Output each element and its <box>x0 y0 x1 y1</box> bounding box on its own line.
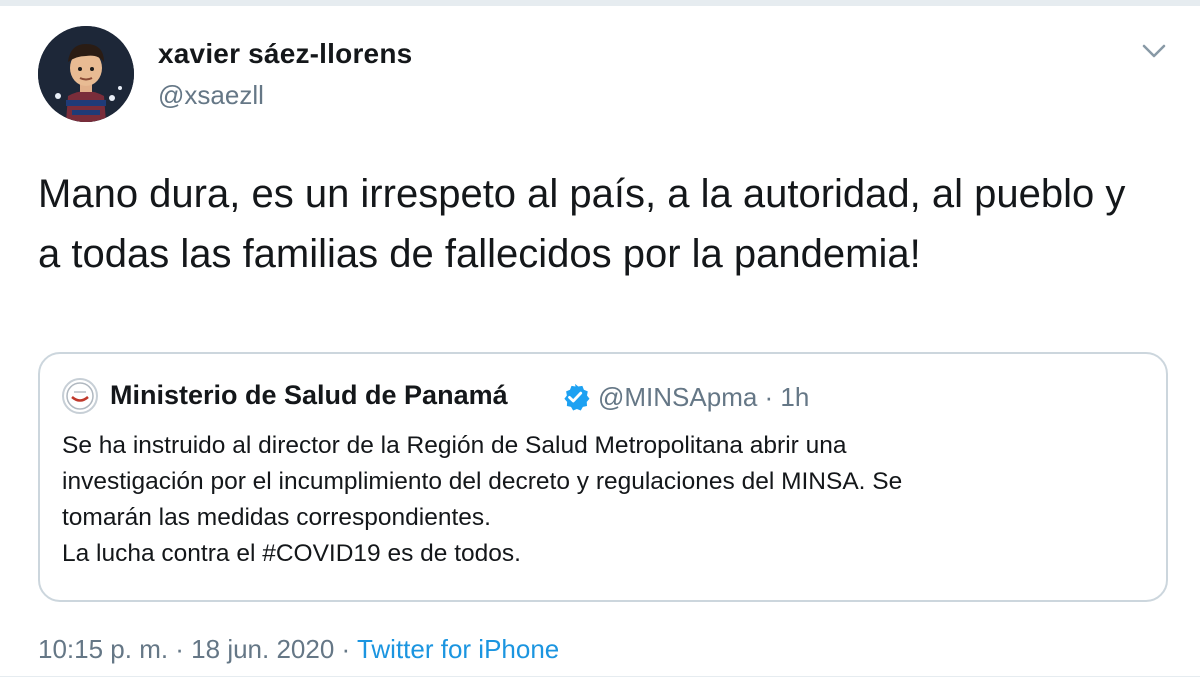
quoted-text-line: tomarán las medidas correspondientes. <box>62 504 491 531</box>
bottom-divider <box>0 676 1200 677</box>
tweet-card: xavier sáez-llorens @xsaezll Mano dura, … <box>0 0 1200 681</box>
verified-badge-icon <box>560 382 590 412</box>
top-divider <box>0 0 1200 6</box>
chevron-down-icon[interactable] <box>1138 34 1170 66</box>
quoted-author-name: Ministerio de Salud de Panamá <box>110 380 508 410</box>
quoted-text-line: investigación por el incumplimiento del … <box>62 468 903 495</box>
author-avatar[interactable] <box>38 26 134 122</box>
quoted-handle-time: @MINSApma · 1h <box>598 382 810 412</box>
tweet-text: Mano dura, es un irrespeto al país, a la… <box>38 172 1126 276</box>
tweet-meta: 10:15 p. m. · 18 jun. 2020 · Twitter for… <box>38 634 559 665</box>
tweet-timestamp[interactable]: 10:15 p. m. · 18 jun. 2020 · <box>38 634 357 664</box>
quoted-text-line: La lucha contra el #COVID19 es de todos. <box>62 540 521 567</box>
quoted-tweet[interactable]: Ministerio de Salud de Panamá @MINSApma … <box>38 352 1168 602</box>
quoted-text-line: Se ha instruido al director de la Región… <box>62 432 847 459</box>
quoted-avatar <box>62 378 98 414</box>
quoted-text: Se ha instruido al director de la Región… <box>62 428 1142 572</box>
author-handle[interactable]: @xsaezll <box>158 80 264 111</box>
author-name[interactable]: xavier sáez-llorens <box>158 38 412 70</box>
tweet-source-link[interactable]: Twitter for iPhone <box>357 634 559 664</box>
